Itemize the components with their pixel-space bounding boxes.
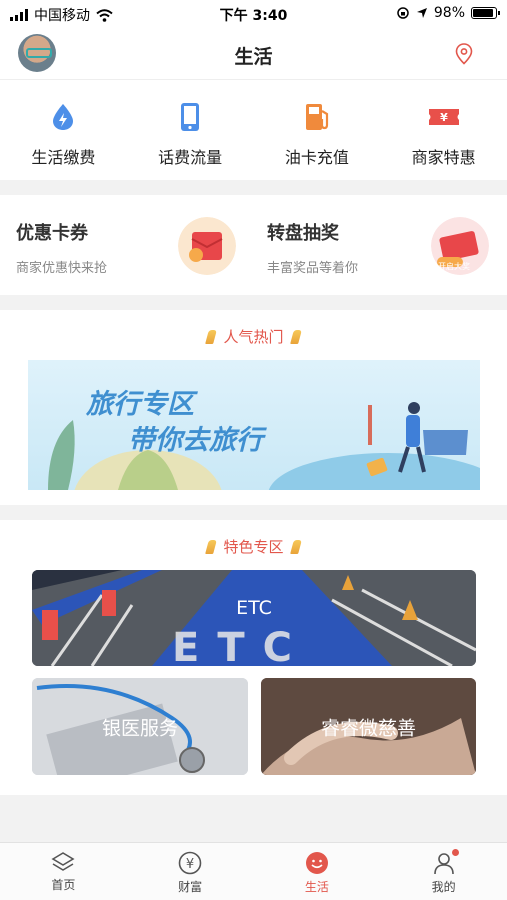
yen-icon: ¥ [178,851,202,875]
promo-subtitle: 丰富奖品等着你 [267,261,359,276]
rotation-lock-icon [397,7,409,19]
travel-banner[interactable]: 旅行专区 带你去旅行 [28,360,480,490]
status-bar: 中国移动 下午 3:40 98% [0,0,507,28]
coupon-envelope-icon [178,217,236,275]
tab-bar: 首页 ¥ 财富 生活 我的 [0,842,507,900]
section-title-text: 特色专区 [223,538,284,556]
promo-subtitle: 商家优惠快来抢 [16,261,108,276]
banner-line-2: 带你去旅行 [128,425,263,456]
notification-dot [452,849,460,856]
quick-action-label: 油卡充值 [284,148,349,167]
section-title-featured: 特色专区 [0,520,507,557]
water-drop-icon [53,104,74,130]
tab-label: 我的 [431,880,456,894]
card-label: 睿睿微慈善 [320,717,416,739]
flame-icon [289,539,302,554]
smile-icon [305,852,328,874]
charity-card[interactable]: 睿睿微慈善 [261,678,476,775]
etc-card[interactable]: ETC ETC [32,570,476,666]
quick-action-phone-data[interactable]: 话费流量 [127,80,254,180]
section-title-popular: 人气热门 [0,310,507,347]
card-label: ETC [236,597,272,620]
flame-icon [289,329,302,344]
tab-label: 财富 [178,880,203,894]
battery-icon [471,7,500,19]
phone-icon [181,103,200,131]
location-arrow-icon [416,8,427,18]
promo-row: 优惠卡券 商家优惠快来抢 转盘抽奖 丰富奖品等着你 开启大奖 [0,195,507,295]
promo-title: 优惠卡券 [16,223,88,244]
fuel-pump-icon [305,104,328,130]
promo-lottery[interactable]: 转盘抽奖 丰富奖品等着你 开启大奖 [253,195,506,295]
medical-service-card[interactable]: 银医服务 [32,678,248,775]
page-title: 生活 [234,46,273,68]
tab-label: 生活 [304,880,329,894]
flame-icon [205,539,218,554]
featured-section: 特色专区 ETC ETC 银医服务 睿睿微慈善 [0,520,507,795]
app-header: 生活 [0,28,507,80]
tab-life[interactable]: 生活 [254,843,381,900]
flame-icon [205,329,218,344]
promo-coupons[interactable]: 优惠卡券 商家优惠快来抢 [0,195,253,295]
tab-me[interactable]: 我的 [380,843,507,900]
quick-action-label: 话费流量 [158,148,223,167]
tab-label: 首页 [51,878,76,892]
location-pin-icon[interactable] [455,43,473,65]
coupon-icon: ¥ [428,109,459,125]
quick-action-label: 生活缴费 [31,148,96,167]
quick-action-fuel-card[interactable]: 油卡充值 [254,80,381,180]
lottery-badge: 开启大奖 [438,262,470,271]
tab-home[interactable]: 首页 [0,843,127,900]
home-icon [51,852,75,871]
road-etc-marking: ETC [172,625,310,666]
svg-text:¥: ¥ [186,857,194,872]
popular-section: 人气热门 旅行专区 带你去旅行 [0,310,507,505]
quick-action-merchant-deals[interactable]: ¥ 商家特惠 [380,80,507,180]
svg-text:¥: ¥ [440,111,448,124]
quick-action-utility-payment[interactable]: 生活缴费 [0,80,127,180]
banner-line-1: 旅行专区 [86,389,194,420]
battery-percent: 98% [433,5,465,21]
quick-action-label: 商家特惠 [411,148,476,167]
section-title-text: 人气热门 [223,328,284,346]
card-label: 银医服务 [101,717,178,739]
quick-actions: 生活缴费 话费流量 油卡充值 ¥ 商家特惠 [0,80,507,180]
promo-title: 转盘抽奖 [267,223,339,244]
tab-wealth[interactable]: ¥ 财富 [127,843,254,900]
